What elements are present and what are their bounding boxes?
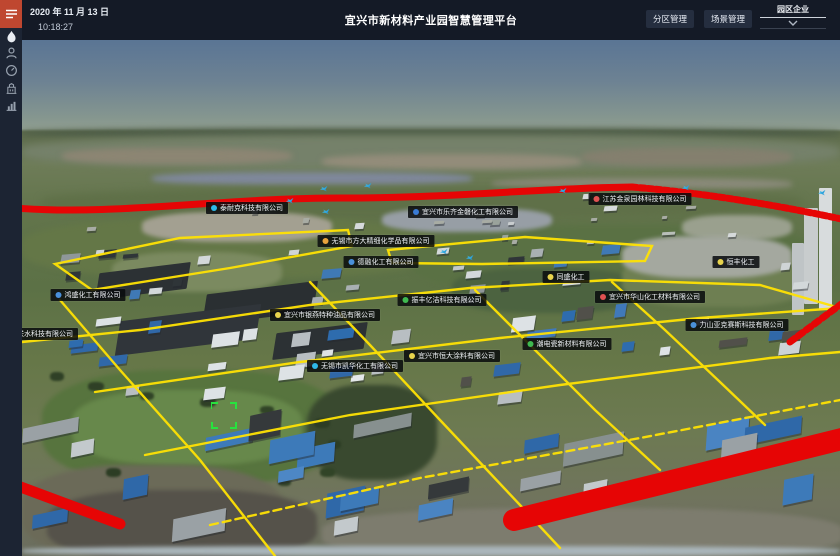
factory-icon xyxy=(5,82,18,95)
company-logo-icon xyxy=(548,274,554,280)
company-logo-icon xyxy=(691,322,697,328)
company-label[interactable]: 宜兴市乐齐金磐化工有限公司 xyxy=(408,206,518,218)
company-logo-icon xyxy=(413,209,419,215)
left-toolbar xyxy=(0,0,22,556)
scene-manage-button[interactable]: 场景管理 xyxy=(704,10,752,28)
chevron-down-icon xyxy=(788,20,798,26)
company-label-text: 潮电瓷新材料有限公司 xyxy=(537,341,607,348)
dropdown-border xyxy=(760,28,826,29)
company-label-text: 力山亚克赛斯科技有限公司 xyxy=(700,322,784,329)
company-label[interactable]: 无锡市凯华化工有限公司 xyxy=(307,360,403,372)
company-label-text: 宜兴市银燕特种油品有限公司 xyxy=(284,312,375,319)
company-logo-icon xyxy=(528,341,534,347)
company-logo-icon xyxy=(600,294,606,300)
company-label-text: 泰耐克科技有限公司 xyxy=(220,205,283,212)
company-label[interactable]: 潮电瓷新材料有限公司 xyxy=(523,338,612,350)
bar-chart-icon xyxy=(5,99,18,112)
company-label-text: 同盛化工 xyxy=(557,274,585,281)
selection-brackets xyxy=(211,402,237,429)
company-label[interactable]: 南山国联水科技有限公司 xyxy=(22,328,78,340)
company-logo-icon xyxy=(312,363,318,369)
map-3d-viewport[interactable]: 泰耐克科技有限公司宜兴市乐齐金磐化工有限公司无锡市方大精细化学品有限公司德融化工… xyxy=(22,40,840,556)
company-label[interactable]: 泰耐克科技有限公司 xyxy=(206,202,288,214)
company-label[interactable]: 恒丰化工 xyxy=(713,256,760,268)
company-label-text: 宜兴市恒大涂料有限公司 xyxy=(418,353,495,360)
company-label[interactable]: 江苏金泉园林科技有限公司 xyxy=(589,193,692,205)
main-menu-button[interactable] xyxy=(0,0,22,28)
company-label-text: 宜兴市乐齐金磐化工有限公司 xyxy=(422,209,513,216)
yellow-boundary-lines xyxy=(22,230,840,556)
company-label[interactable]: 鸿盛化工有限公司 xyxy=(51,289,126,301)
company-label-text: 宜兴市华山化工材料有限公司 xyxy=(609,294,700,301)
dropdown-divider xyxy=(760,17,826,18)
realtime-monitor-button[interactable] xyxy=(0,60,22,80)
company-label-text: 鸿盛化工有限公司 xyxy=(65,292,121,299)
company-label[interactable]: 宜兴市恒大涂料有限公司 xyxy=(404,350,500,362)
company-logo-icon xyxy=(403,297,409,303)
company-logo-icon xyxy=(323,238,329,244)
company-label-text: 无锡市凯华化工有限公司 xyxy=(321,363,398,370)
top-header-bar: 2020 年 11 月 13 日 10:18:27 宜兴市新材料产业园智慧管理平… xyxy=(22,0,840,40)
app-window: 2020 年 11 月 13 日 10:18:27 宜兴市新材料产业园智慧管理平… xyxy=(0,0,840,556)
company-label[interactable]: 力山亚克赛斯科技有限公司 xyxy=(686,319,789,331)
enterprise-dropdown-label: 园区企业 xyxy=(760,4,826,15)
company-label-text: 无锡市方大精细化学品有限公司 xyxy=(332,238,430,245)
enterprise-dropdown[interactable]: 园区企业 xyxy=(760,4,826,34)
company-label-text: 德融化工有限公司 xyxy=(358,259,414,266)
company-logo-icon xyxy=(275,312,281,318)
company-logo-icon xyxy=(409,353,415,359)
company-label[interactable]: 振丰亿洁科技有限公司 xyxy=(398,294,487,306)
zone-manage-button[interactable]: 分区管理 xyxy=(646,10,694,28)
company-logo-icon xyxy=(349,259,355,265)
company-label-text: 南山国联水科技有限公司 xyxy=(22,331,73,338)
company-label-text: 振丰亿洁科技有限公司 xyxy=(412,297,482,304)
company-logo-icon xyxy=(56,292,62,298)
company-logo-icon xyxy=(594,196,600,202)
company-logo-icon xyxy=(718,259,724,265)
flame-icon xyxy=(5,29,18,44)
person-icon xyxy=(5,46,18,60)
company-label[interactable]: 同盛化工 xyxy=(543,271,590,283)
company-label[interactable]: 宜兴市华山化工材料有限公司 xyxy=(595,291,705,303)
gauge-icon xyxy=(5,64,18,77)
company-label[interactable]: 无锡市方大精细化学品有限公司 xyxy=(318,235,435,247)
company-label-text: 恒丰化工 xyxy=(727,259,755,266)
company-logo-icon xyxy=(211,205,217,211)
company-label-text: 江苏金泉园林科技有限公司 xyxy=(603,196,687,203)
statistics-button[interactable] xyxy=(0,95,22,115)
company-label[interactable]: 德融化工有限公司 xyxy=(344,256,419,268)
hamburger-icon xyxy=(5,9,18,19)
company-label[interactable]: 宜兴市银燕特种油品有限公司 xyxy=(270,309,380,321)
